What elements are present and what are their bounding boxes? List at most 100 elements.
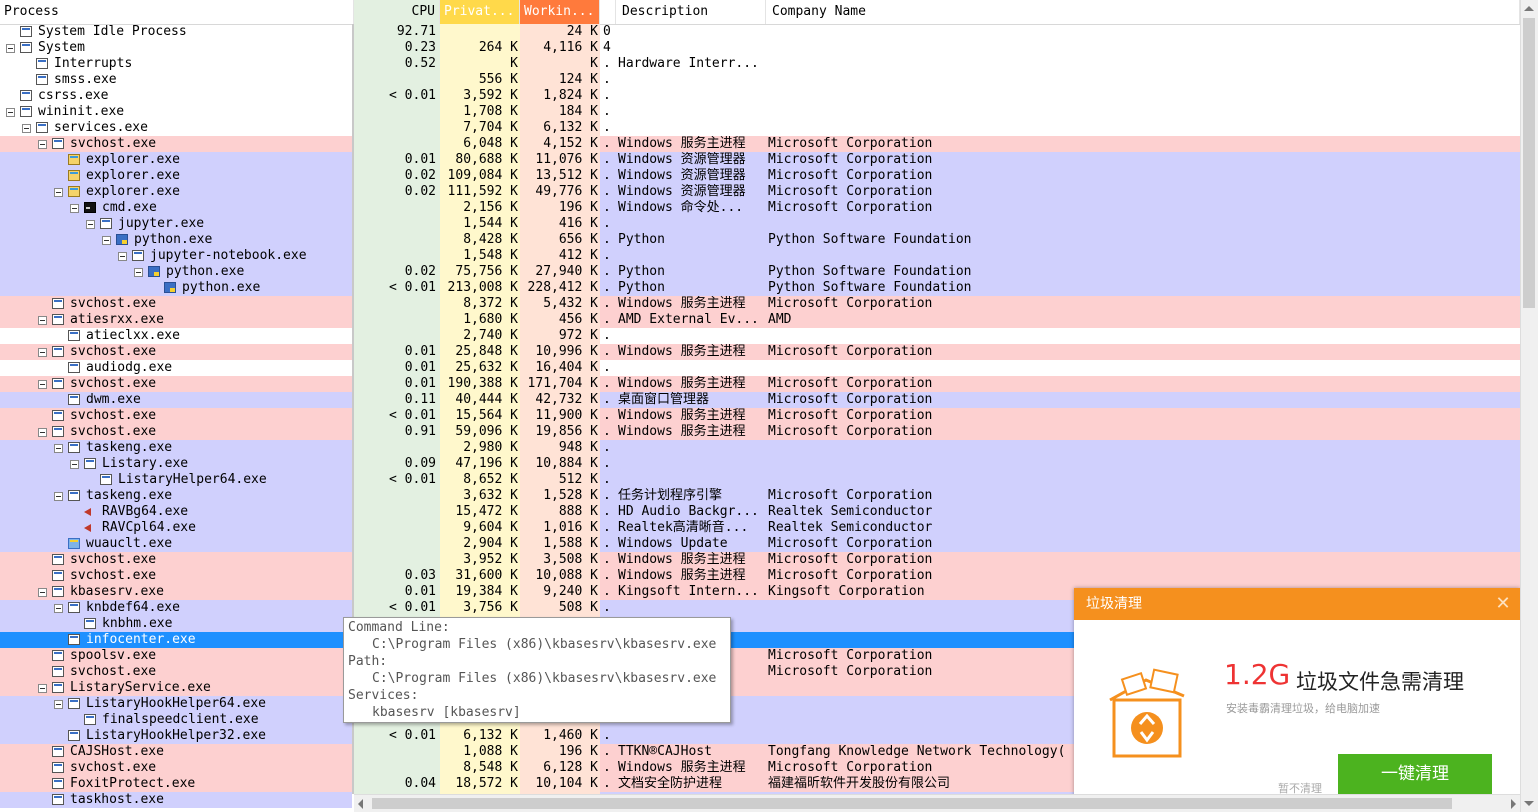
process-row[interactable]: Interrupts 0.52 K K. Hardware Interr... [0,56,1520,72]
vertical-scrollbar[interactable] [1520,0,1538,812]
collapse-toggle-icon[interactable] [102,236,111,245]
collapse-toggle-icon[interactable] [38,588,47,597]
collapse-toggle-icon[interactable] [38,428,47,437]
process-row[interactable]: svchost.exe 0.91 59,096 K 19,856 K. Windows … [0,424,1520,440]
horizontal-scrollbar[interactable] [354,794,1520,812]
process-row[interactable]: audiodg.exe 0.01 25,632 K 16,404 K. [0,360,1520,376]
process-row[interactable]: smss.exe 556 K 124 K. [0,72,1520,88]
private-bytes-value: 75,756 K [455,264,518,279]
process-row[interactable]: svchost.exe 8,372 K 5,432 K. Windows 服务主进程 M… [0,296,1520,312]
collapse-toggle-icon[interactable] [70,460,79,469]
process-row[interactable]: explorer.exe 0.02 109,084 K 13,512 K. Window… [0,168,1520,184]
horizontal-scroll-thumb[interactable] [372,798,1452,809]
pid-value: . [603,584,611,599]
process-row[interactable]: jupyter.exe 1,544 K 416 K. [0,216,1520,232]
collapse-toggle-icon[interactable] [86,220,95,229]
process-row[interactable]: svchost.exe 6,048 K 4,152 K. Windows 服务主进程 M… [0,136,1520,152]
private-bytes-value: 3,592 K [463,88,518,103]
collapse-toggle-icon[interactable] [38,316,47,325]
description-value: Windows 服务主进程 [618,296,746,311]
close-icon[interactable]: ✕ [1494,595,1512,613]
process-row[interactable]: atieclxx.exe 2,740 K 972 K. [0,328,1520,344]
process-row[interactable]: python.exe < 0.01 213,008 K 228,412 K. Pytho… [0,280,1520,296]
process-row[interactable]: wininit.exe 1,708 K 184 K. [0,104,1520,120]
process-row[interactable]: ListaryHelper64.exe < 0.01 8,652 K 512 K. [0,472,1520,488]
collapse-toggle-icon[interactable] [70,204,79,213]
column-header-private-bytes[interactable]: Privat... [440,0,520,24]
collapse-toggle-icon[interactable] [54,492,63,501]
working-set-value: 948 K [558,440,598,455]
collapse-toggle-icon[interactable] [118,252,127,261]
process-name: svchost.exe [70,376,157,391]
process-row[interactable]: dwm.exe 0.11 40,444 K 42,732 K. 桌面窗口管理器 Micro… [0,392,1520,408]
cpu-value [356,248,436,264]
column-header-working-set[interactable]: Workin... [520,0,600,24]
pid-value: . [603,376,611,391]
column-header-pid[interactable] [600,0,616,24]
process-row[interactable]: RAVBg64.exe 15,472 K 888 K. HD Audio Backgr… [0,504,1520,520]
collapse-toggle-icon[interactable] [6,44,15,53]
process-row[interactable]: services.exe 7,704 K 6,132 K. [0,120,1520,136]
process-row[interactable]: svchost.exe 0.03 31,600 K 10,088 K. Windows … [0,568,1520,584]
collapse-toggle-icon[interactable] [38,684,47,693]
process-row[interactable]: python.exe 8,428 K 656 K. Python Python Soft… [0,232,1520,248]
description-value: AMD External Ev... [618,312,759,327]
pid-value: . [603,504,611,519]
process-row[interactable]: explorer.exe 0.02 111,592 K 49,776 K. Window… [0,184,1520,200]
column-header-company[interactable]: Company Name [766,0,1520,24]
collapse-toggle-icon[interactable] [54,188,63,197]
process-row[interactable]: taskeng.exe 3,632 K 1,528 K. 任务计划程序引擎 Micros… [0,488,1520,504]
process-row[interactable]: cmd.exe 2,156 K 196 K. Windows 命令处... Micros… [0,200,1520,216]
working-set-value: 184 K [558,104,598,119]
private-bytes-value: 1,708 K [463,104,518,119]
working-set-value: 4,116 K [543,40,598,55]
row-background [0,616,352,632]
process-icon [36,74,48,85]
process-name: taskeng.exe [86,488,173,503]
process-name: svchost.exe [70,760,157,775]
collapse-toggle-icon[interactable] [38,380,47,389]
collapse-toggle-icon[interactable] [54,444,63,453]
process-row[interactable]: atiesrxx.exe 1,680 K 456 K. AMD External Ev… [0,312,1520,328]
pid-value: . [603,360,611,375]
private-bytes-value: 2,740 K [463,328,518,343]
company-value: Realtek Semiconductor [768,520,933,535]
collapse-toggle-icon[interactable] [22,124,31,133]
process-row[interactable]: wuauclt.exe 2,904 K 1,588 K. Windows Update… [0,536,1520,552]
process-row[interactable]: System 0.23 264 K 4,116 K 4 [0,40,1520,56]
working-set-value: 196 K [558,200,598,215]
pid-value: . [603,344,611,359]
collapse-toggle-icon[interactable] [54,700,63,709]
process-row[interactable]: Listary.exe 0.09 47,196 K 10,884 K. [0,456,1520,472]
process-row[interactable]: svchost.exe 0.01 190,388 K 171,704 K. Window… [0,376,1520,392]
process-row[interactable]: System Idle Process 92.71 24 K 0 [0,24,1520,40]
process-icon [20,26,32,37]
pid-value: . [603,200,611,215]
process-row[interactable]: svchost.exe 0.01 25,848 K 10,996 K. Windows … [0,344,1520,360]
process-row[interactable]: svchost.exe < 0.01 15,564 K 11,900 K. Window… [0,408,1520,424]
collapse-toggle-icon[interactable] [38,140,47,149]
scroll-right-arrow-icon[interactable] [1511,799,1516,809]
collapse-toggle-icon[interactable] [54,604,63,613]
process-row[interactable]: taskeng.exe 2,980 K 948 K. [0,440,1520,456]
scroll-left-arrow-icon[interactable] [358,799,363,809]
process-row[interactable]: explorer.exe 0.01 80,688 K 11,076 K. Windows… [0,152,1520,168]
process-row[interactable]: python.exe 0.02 75,756 K 27,940 K. Python Pyt… [0,264,1520,280]
collapse-toggle-icon[interactable] [38,348,47,357]
column-header-cpu[interactable]: CPU [354,0,440,24]
private-bytes-value: 3,632 K [463,488,518,503]
process-row[interactable]: svchost.exe 3,952 K 3,508 K. Windows 服务主进程 M… [0,552,1520,568]
process-row[interactable]: RAVCpl64.exe 9,604 K 1,016 K. Realtek高清晰音..… [0,520,1520,536]
scroll-up-arrow-icon[interactable] [1524,6,1534,11]
column-header-description[interactable]: Description [616,0,766,24]
column-header-process[interactable]: Process [0,0,354,24]
process-icon [68,490,80,501]
process-row[interactable]: csrss.exe < 0.01 3,592 K 1,824 K. [0,88,1520,104]
vertical-scroll-thumb[interactable] [1523,18,1535,308]
process-row[interactable]: jupyter-notebook.exe 1,548 K 412 K. [0,248,1520,264]
collapse-toggle-icon[interactable] [6,108,15,117]
one-click-clean-button[interactable]: 一键清理 [1338,754,1492,794]
pid-value: . [603,280,611,295]
scroll-down-arrow-icon[interactable] [1524,801,1534,806]
collapse-toggle-icon[interactable] [134,268,143,277]
